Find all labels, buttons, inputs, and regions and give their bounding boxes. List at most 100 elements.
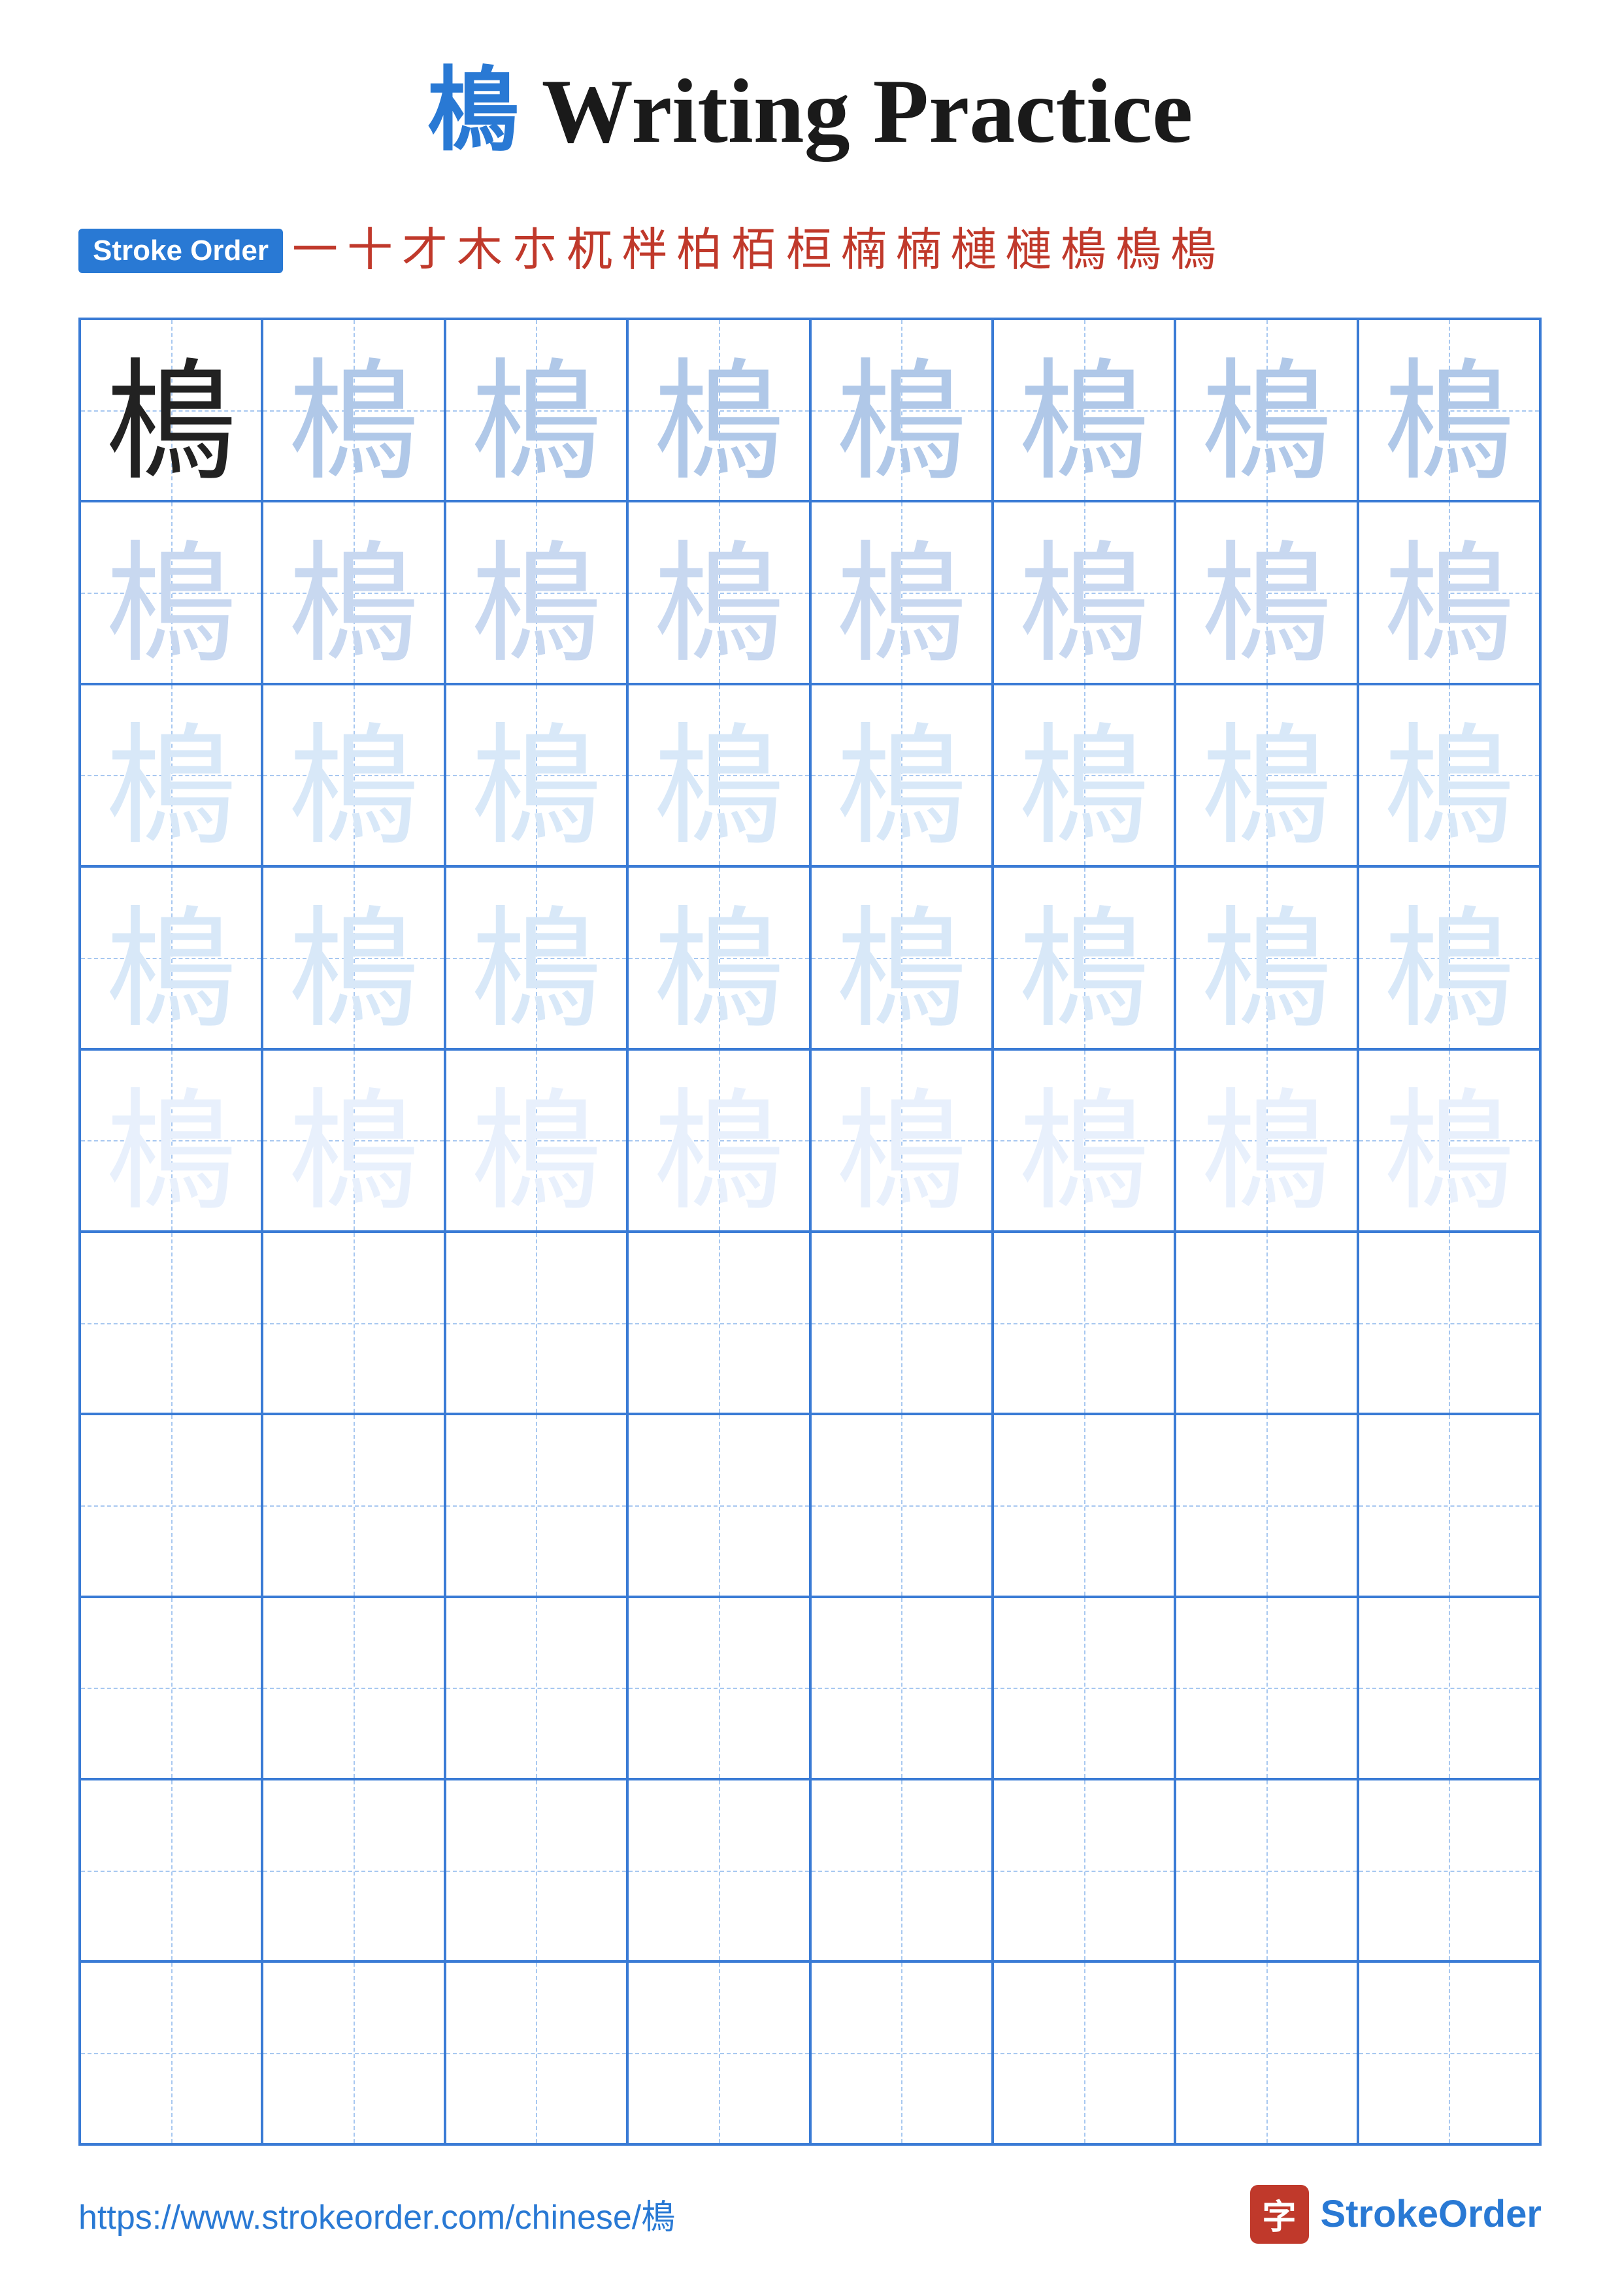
grid-cell[interactable] [627,1414,810,1596]
grid-cell[interactable] [627,1961,810,2144]
grid-cell[interactable]: 樢 [810,1049,993,1232]
grid-cell[interactable]: 樢 [993,866,1175,1049]
grid-cell[interactable] [1175,1232,1357,1414]
grid-cell[interactable] [445,1961,627,2144]
practice-char: 樢 [653,684,784,866]
grid-cell[interactable] [262,1961,444,2144]
grid-cell[interactable] [1175,1597,1357,1779]
grid-cell[interactable] [262,1779,444,1961]
grid-cell[interactable]: 樢 [993,501,1175,683]
grid-cell[interactable]: 樢 [1175,1049,1357,1232]
grid-cell[interactable]: 樢 [627,319,810,501]
grid-cell[interactable]: 樢 [627,1049,810,1232]
grid-cell[interactable]: 樢 [810,319,993,501]
grid-cell[interactable] [810,1232,993,1414]
grid-cell[interactable] [80,1779,262,1961]
grid-cell[interactable]: 樢 [810,866,993,1049]
grid-cell[interactable]: 樢 [993,1049,1175,1232]
grid-cell[interactable]: 樢 [80,1049,262,1232]
stroke-9: 栢 [731,223,777,278]
grid-cell[interactable]: 樢 [445,1049,627,1232]
stroke-5: 朩 [512,223,557,278]
grid-cell[interactable]: 樢 [810,684,993,866]
grid-cell[interactable]: 樢 [262,684,444,866]
practice-char: 樢 [1201,501,1332,683]
grid-cell[interactable] [262,1414,444,1596]
grid-cell[interactable]: 樢 [1358,684,1540,866]
grid-row-9 [80,1779,1540,1961]
practice-char: 樢 [836,319,967,501]
grid-cell[interactable]: 樢 [1358,501,1540,683]
grid-cell[interactable]: 樢 [1175,501,1357,683]
grid-cell[interactable] [993,1961,1175,2144]
grid-cell[interactable] [1358,1597,1540,1779]
stroke-1: 一 [292,223,338,278]
grid-cell[interactable]: 樢 [80,684,262,866]
grid-cell[interactable]: 樢 [80,866,262,1049]
grid-cell[interactable]: 樢 [262,1049,444,1232]
grid-cell[interactable]: 樢 [627,501,810,683]
grid-cell[interactable]: 樢 [1175,684,1357,866]
practice-char: 樢 [1201,319,1332,501]
grid-row-3: 樢 樢 樢 樢 樢 樢 樢 樢 [80,684,1540,866]
grid-cell[interactable] [445,1597,627,1779]
grid-cell[interactable] [1358,1961,1540,2144]
grid-cell[interactable]: 樢 [445,319,627,501]
grid-cell[interactable] [993,1779,1175,1961]
grid-cell[interactable] [810,1414,993,1596]
grid-cell[interactable] [262,1232,444,1414]
grid-cell[interactable]: 樢 [1175,866,1357,1049]
grid-cell[interactable] [1358,1414,1540,1596]
practice-char: 樢 [471,319,601,501]
grid-cell[interactable]: 樢 [262,866,444,1049]
practice-char: 樢 [1201,866,1332,1049]
grid-cell[interactable] [80,1961,262,2144]
stroke-12: 楠 [896,223,942,278]
grid-cell[interactable] [810,1597,993,1779]
grid-cell[interactable] [262,1597,444,1779]
grid-cell[interactable]: 樢 [627,684,810,866]
grid-cell[interactable] [627,1597,810,1779]
practice-char: 樢 [106,501,237,683]
practice-char: 樢 [1019,866,1149,1049]
grid-cell[interactable] [1358,1232,1540,1414]
grid-cell[interactable] [993,1414,1175,1596]
grid-cell[interactable]: 樢 [627,866,810,1049]
grid-cell[interactable]: 樢 [80,501,262,683]
grid-cell[interactable]: 樢 [993,319,1175,501]
grid-cell[interactable]: 樢 [993,684,1175,866]
grid-cell[interactable] [627,1779,810,1961]
grid-cell[interactable] [80,1414,262,1596]
grid-cell[interactable] [445,1779,627,1961]
grid-cell[interactable]: 樢 [445,501,627,683]
grid-cell[interactable] [810,1961,993,2144]
practice-char: 樢 [653,319,784,501]
grid-cell[interactable]: 樢 [1175,319,1357,501]
stroke-17: 樢 [1170,223,1216,278]
grid-cell[interactable] [1175,1414,1357,1596]
grid-cell[interactable] [445,1232,627,1414]
practice-char: 樢 [1383,684,1514,866]
grid-cell[interactable]: 樢 [445,684,627,866]
grid-cell[interactable]: 樢 [1358,866,1540,1049]
grid-cell[interactable] [1175,1961,1357,2144]
grid-cell[interactable]: 樢 [810,501,993,683]
grid-cell[interactable] [1175,1779,1357,1961]
grid-cell[interactable] [445,1414,627,1596]
grid-cell[interactable] [993,1597,1175,1779]
grid-cell[interactable]: 樢 [262,319,444,501]
practice-char: 樢 [288,501,419,683]
grid-cell[interactable] [80,1232,262,1414]
grid-cell[interactable] [993,1232,1175,1414]
grid-cell[interactable] [80,1597,262,1779]
practice-char: 樢 [471,1049,601,1232]
grid-cell[interactable]: 樢 [445,866,627,1049]
grid-cell[interactable]: 樢 [1358,1049,1540,1232]
grid-cell[interactable]: 樢 [262,501,444,683]
grid-cell[interactable] [627,1232,810,1414]
grid-cell[interactable]: 樢 [1358,319,1540,501]
grid-cell[interactable]: 樢 [80,319,262,501]
stroke-order-badge: Stroke Order [78,229,283,274]
grid-cell[interactable] [1358,1779,1540,1961]
grid-cell[interactable] [810,1779,993,1961]
